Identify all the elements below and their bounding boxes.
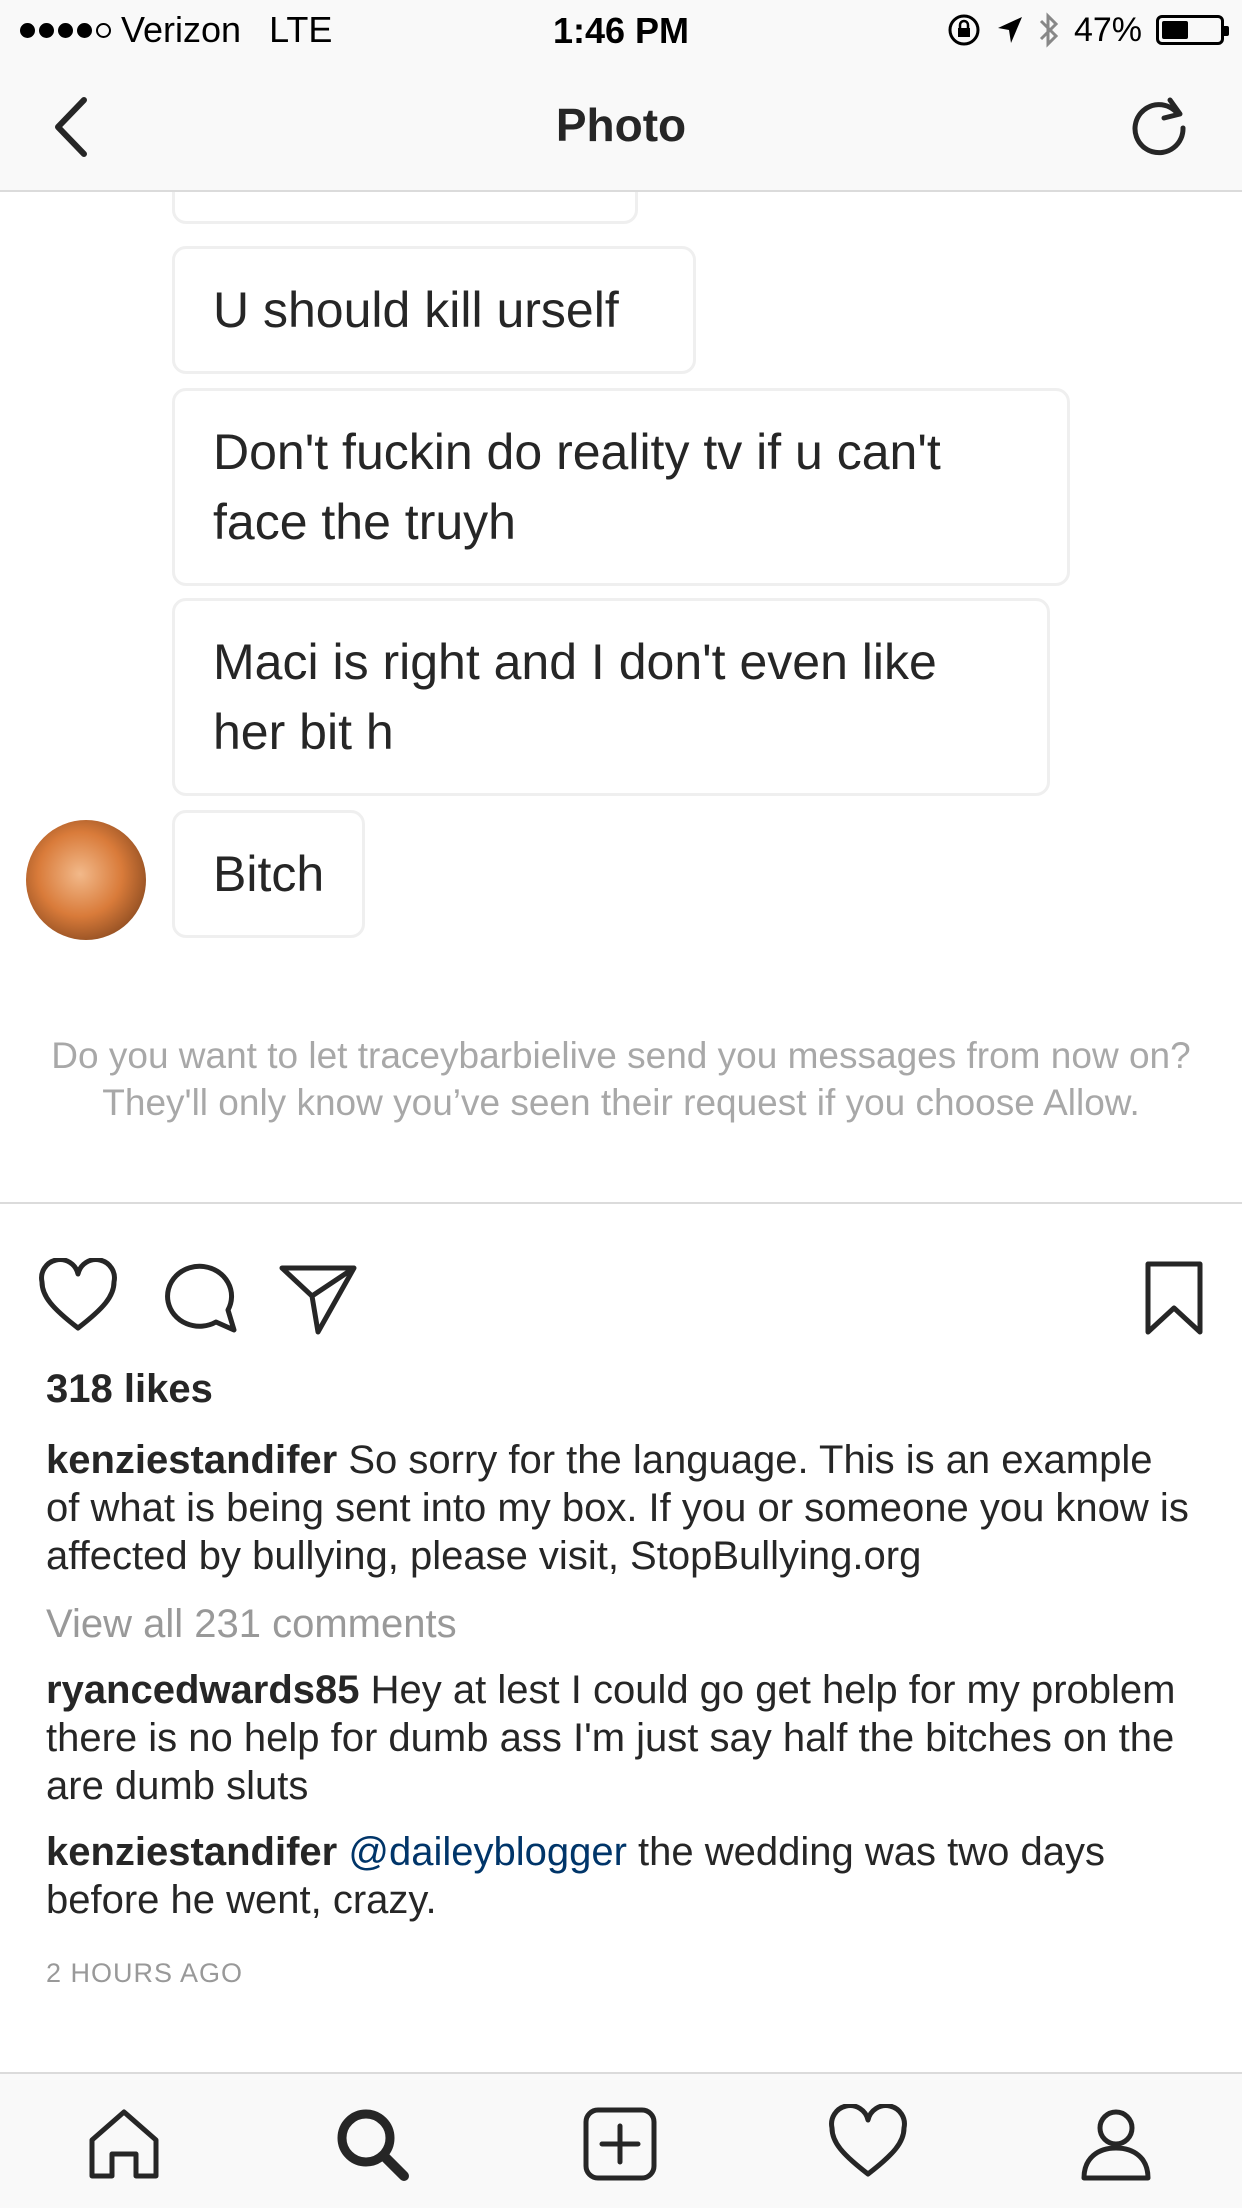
comment-icon[interactable] (158, 1258, 238, 1338)
message-text: U should kill urself (213, 282, 619, 338)
activity-heart-icon[interactable] (828, 2104, 908, 2184)
message-thread[interactable]: U should kill urself Don't fuckin do rea… (0, 192, 1242, 1202)
share-icon[interactable] (278, 1258, 358, 1338)
comment-username[interactable]: ryancedwards85 (46, 1668, 360, 1712)
profile-icon[interactable] (1076, 2104, 1156, 2184)
battery-percent: 47% (1073, 10, 1142, 49)
battery-icon (1156, 15, 1229, 45)
comment: kenziestandifer @daileyblogger the weddi… (46, 1828, 1196, 1924)
post-caption: kenziestandifer So sorry for the languag… (46, 1436, 1196, 1580)
post-timestamp: 2 HOURS AGO (46, 1958, 244, 1988)
message-bubble-partial (172, 192, 638, 224)
page-title: Photo (555, 99, 687, 151)
caption-username[interactable]: kenziestandifer (46, 1438, 337, 1482)
bookmark-icon[interactable] (1134, 1258, 1214, 1338)
likes-count[interactable]: 318 likes (46, 1360, 1196, 1418)
message-text: Bitch (213, 846, 325, 902)
battery-fill (1162, 21, 1189, 39)
post-actions (0, 1250, 1242, 1340)
refresh-icon[interactable] (1126, 92, 1192, 158)
status-bar: Verizon LTE 1:46 PM 47% (0, 0, 1242, 62)
search-icon[interactable] (332, 2104, 412, 2184)
status-right: 47% (946, 10, 1229, 50)
divider (0, 1202, 1242, 1204)
bluetooth-icon (1039, 12, 1059, 48)
comment-mention[interactable]: @daileyblogger (348, 1830, 627, 1874)
comment-username[interactable]: kenziestandifer (46, 1830, 337, 1874)
message-text: Maci is right and I don't even like her … (213, 634, 937, 760)
orientation-lock-icon (948, 14, 980, 46)
message-bubble[interactable]: Don't fuckin do reality tv if u can't fa… (172, 388, 1070, 586)
nav-bar: Photo (0, 62, 1242, 192)
location-arrow-icon (997, 17, 1022, 43)
view-all-comments-link[interactable]: View all 231 comments (46, 1600, 1196, 1648)
message-bubble[interactable]: Maci is right and I don't even like her … (172, 598, 1050, 796)
heart-icon[interactable] (38, 1258, 118, 1338)
message-request-prompt: Do you want to let traceybarbielive send… (51, 1035, 1191, 1123)
post-details: 318 likes kenziestandifer So sorry for t… (46, 1360, 1196, 1989)
home-icon[interactable] (84, 2104, 164, 2184)
new-post-icon[interactable] (580, 2104, 660, 2184)
message-text: Don't fuckin do reality tv if u can't fa… (213, 424, 941, 550)
tab-bar (0, 2072, 1242, 2208)
message-bubble[interactable]: Bitch (172, 810, 366, 938)
sender-avatar[interactable] (26, 820, 146, 940)
comment: ryancedwards85 Hey at lest I could go ge… (46, 1666, 1196, 1810)
message-bubble[interactable]: U should kill urself (172, 246, 696, 374)
